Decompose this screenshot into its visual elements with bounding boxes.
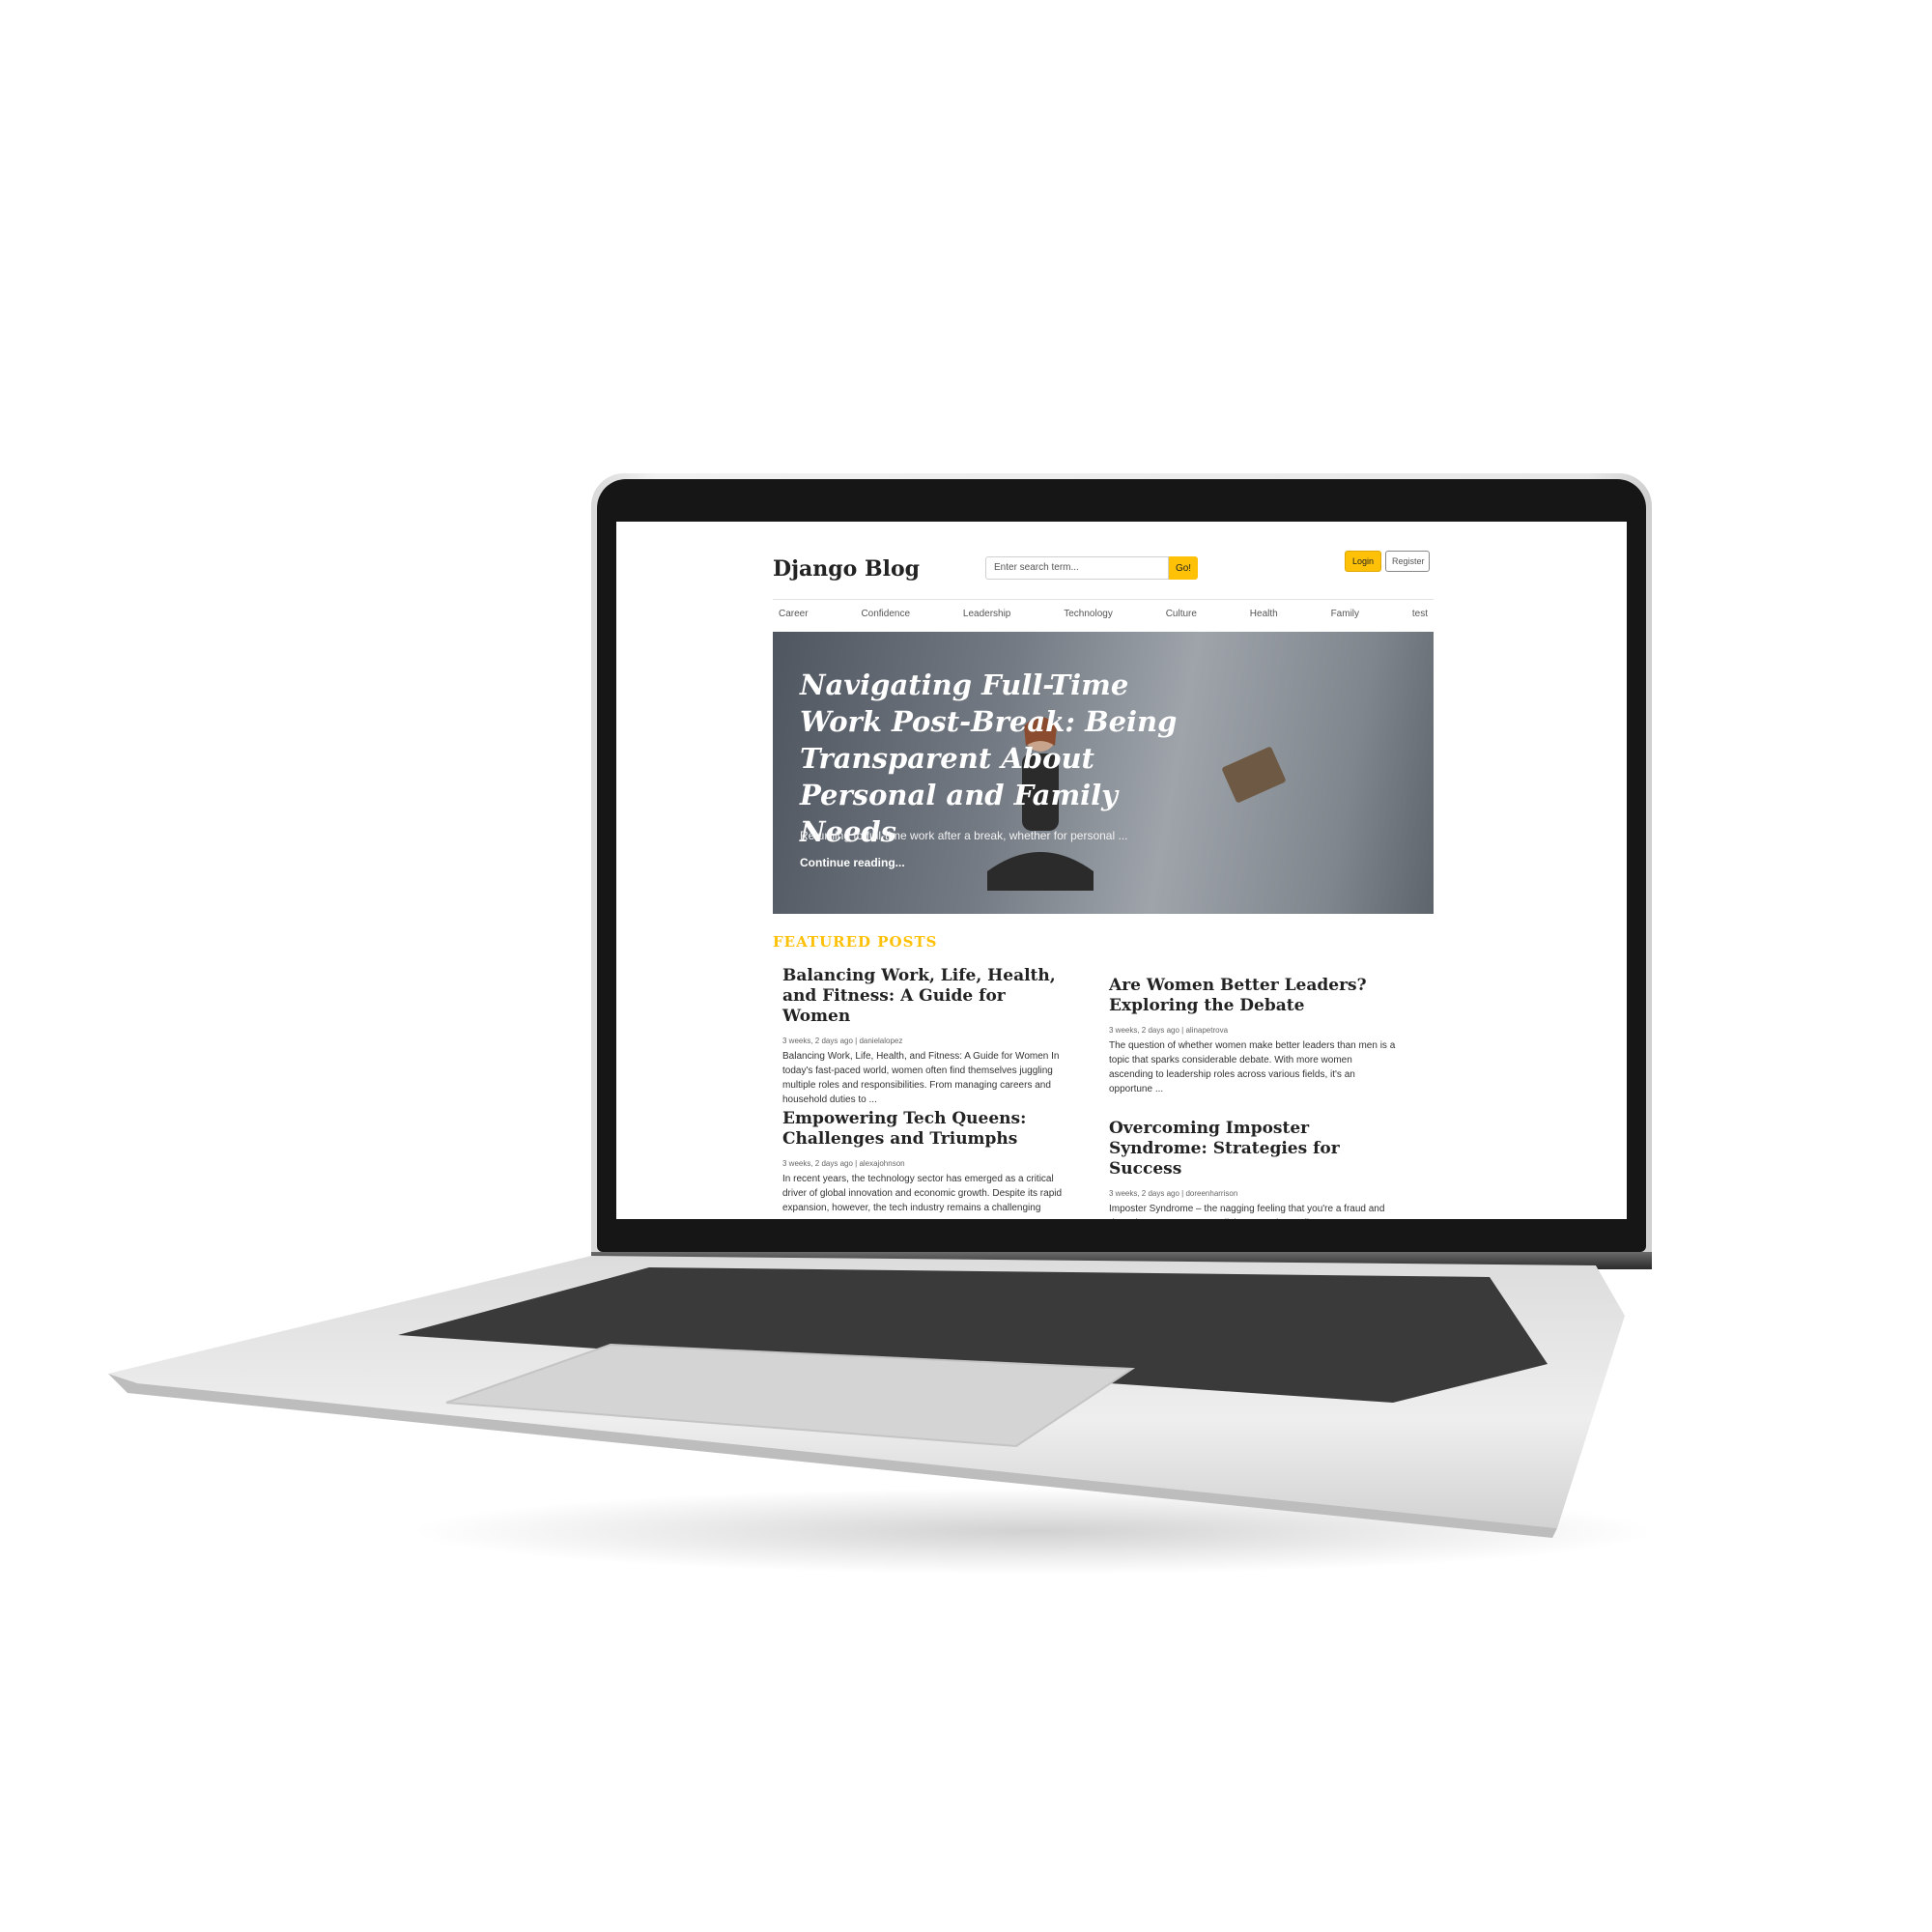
laptop-screen: Django Blog Enter search term... Go! Log… bbox=[616, 522, 1627, 1219]
hero-continue-link[interactable]: Continue reading... bbox=[800, 856, 905, 869]
post-title[interactable]: Empowering Tech Queens: Challenges and T… bbox=[782, 1109, 1072, 1150]
blog-page: Django Blog Enter search term... Go! Log… bbox=[773, 522, 1434, 1219]
post-card: Balancing Work, Life, Health, and Fitnes… bbox=[782, 966, 1072, 1107]
post-card: Empowering Tech Queens: Challenges and T… bbox=[782, 1109, 1072, 1215]
post-excerpt: In recent years, the technology sector h… bbox=[782, 1174, 1063, 1213]
post-title[interactable]: Are Women Better Leaders? Exploring the … bbox=[1109, 976, 1399, 1016]
hero-excerpt: Returning to full-time work after a brea… bbox=[800, 829, 1128, 842]
post-title[interactable]: Balancing Work, Life, Health, and Fitnes… bbox=[782, 966, 1072, 1027]
post-meta: 3 weeks, 2 days ago | danielalopez bbox=[782, 1037, 903, 1045]
nav-item-leadership[interactable]: Leadership bbox=[957, 605, 1016, 623]
login-button[interactable]: Login bbox=[1345, 551, 1381, 572]
header-divider bbox=[773, 599, 1434, 600]
category-nav: Career Confidence Leadership Technology … bbox=[773, 605, 1434, 623]
post-meta: 3 weeks, 2 days ago | alexajohnson bbox=[782, 1159, 905, 1168]
nav-item-technology[interactable]: Technology bbox=[1058, 605, 1119, 623]
post-excerpt: Balancing Work, Life, Health, and Fitnes… bbox=[782, 1051, 1060, 1105]
post-title[interactable]: Overcoming Imposter Syndrome: Strategies… bbox=[1109, 1119, 1399, 1179]
post-excerpt: Imposter Syndrome – the nagging feeling … bbox=[1109, 1204, 1385, 1219]
site-brand[interactable]: Django Blog bbox=[773, 556, 920, 582]
nav-item-health[interactable]: Health bbox=[1244, 605, 1284, 623]
nav-item-career[interactable]: Career bbox=[773, 605, 814, 623]
post-card: Are Women Better Leaders? Exploring the … bbox=[1109, 976, 1399, 1096]
nav-item-family[interactable]: Family bbox=[1325, 605, 1365, 623]
featured-posts-heading: FEATURED POSTS bbox=[773, 933, 938, 951]
nav-item-test[interactable]: test bbox=[1406, 605, 1434, 623]
post-meta: 3 weeks, 2 days ago | doreenharrison bbox=[1109, 1189, 1238, 1198]
nav-item-confidence[interactable]: Confidence bbox=[855, 605, 916, 623]
search-input[interactable]: Enter search term... bbox=[985, 556, 1169, 580]
site-header: Django Blog Enter search term... Go! Log… bbox=[773, 551, 1434, 595]
nav-item-culture[interactable]: Culture bbox=[1160, 605, 1203, 623]
post-excerpt: The question of whether women make bette… bbox=[1109, 1040, 1396, 1094]
hero-book-image bbox=[1221, 746, 1287, 804]
laptop-base bbox=[108, 1238, 1625, 1548]
register-button[interactable]: Register bbox=[1385, 551, 1430, 572]
post-card: Overcoming Imposter Syndrome: Strategies… bbox=[1109, 1119, 1399, 1219]
search-go-button[interactable]: Go! bbox=[1169, 556, 1198, 580]
hero-banner: Navigating Full-Time Work Post-Break: Be… bbox=[773, 632, 1434, 914]
post-meta: 3 weeks, 2 days ago | alinapetrova bbox=[1109, 1026, 1229, 1035]
hero-title[interactable]: Navigating Full-Time Work Post-Break: Be… bbox=[800, 667, 1206, 850]
